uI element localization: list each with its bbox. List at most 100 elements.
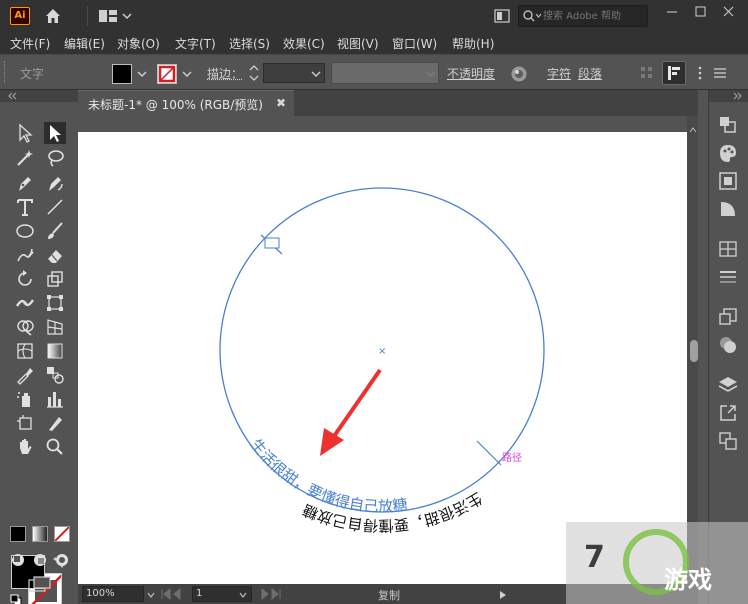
swatches-icon[interactable] [717,238,739,260]
paragraph-panel-link[interactable]: 段落 [578,65,602,82]
draw-inside-icon[interactable] [54,552,70,568]
color-mode-icon[interactable] [10,526,26,542]
shaper-tool-icon[interactable] [14,244,36,266]
color-palette-icon[interactable] [717,142,739,164]
draw-behind-icon[interactable] [32,552,48,568]
zoom-tool-icon[interactable] [44,436,66,458]
more-options-icon[interactable] [694,65,706,81]
layout-icon[interactable] [98,9,134,23]
mesh-tool-icon[interactable] [14,340,36,362]
zoom-level-field[interactable]: 100% [82,586,144,602]
default-colors-icon[interactable] [9,593,23,604]
close-icon[interactable] [716,0,742,26]
properties-icon[interactable] [717,114,739,136]
minimize-icon[interactable] [659,0,685,26]
chevron-down-icon[interactable] [181,68,193,80]
menu-file[interactable]: 文件(F) [10,35,50,52]
stroke-weight-field[interactable] [263,63,325,83]
center-point-mark[interactable]: × [378,346,386,357]
right-panel-header[interactable] [709,90,748,102]
artwork[interactable]: × 生活很甜，要懂得自己放糖 生活很甜，要懂得自己放糖 路径 [78,132,687,584]
blend-tool-icon[interactable] [44,364,66,386]
links-icon[interactable] [717,430,739,452]
menu-edit[interactable]: 编辑(E) [64,35,105,52]
eraser-tool-icon[interactable] [44,244,66,266]
chevron-down-icon[interactable] [146,589,156,599]
maximize-icon[interactable] [688,0,714,26]
menu-window[interactable]: 窗口(W) [392,35,437,52]
search-input[interactable] [543,8,643,24]
chevron-down-icon[interactable] [238,589,248,599]
column-graph-tool-icon[interactable] [44,388,66,410]
opacity-label[interactable]: 不透明度 [447,65,495,82]
close-tab-icon[interactable]: ✖ [276,96,286,110]
direct-selection-tool-icon[interactable] [44,122,66,144]
status-menu-icon[interactable] [498,589,508,599]
character-panel-link[interactable]: 字符 [547,65,571,82]
none-mode-icon[interactable] [54,526,70,542]
gradient-tool-icon[interactable] [44,340,66,362]
tools-panel-header[interactable] [0,90,78,102]
shape-builder-tool-icon[interactable] [14,316,36,338]
panel-menu-icon[interactable] [712,65,728,81]
document-tab[interactable]: 未标题-1* @ 100% (RGB/预览) ✖ [78,90,294,116]
magic-wand-tool-icon[interactable] [14,147,36,169]
gradient-mode-icon[interactable] [32,526,48,542]
stroke-label[interactable]: 描边： [207,65,243,82]
path-end-bracket[interactable] [476,440,502,466]
fill-color-swatch[interactable] [112,64,132,84]
gradient-panel-icon[interactable] [717,198,739,220]
canvas-area[interactable]: × 生活很甜，要懂得自己放糖 生活很甜，要懂得自己放糖 路径 [78,116,698,584]
perspective-grid-tool-icon[interactable] [44,316,66,338]
hand-tool-icon[interactable] [14,436,36,458]
free-transform-tool-icon[interactable] [44,292,66,314]
stroke-stepper-icon[interactable] [247,62,261,84]
layers-icon[interactable] [717,374,739,396]
ellipse-tool-icon[interactable] [14,220,36,242]
line-segment-tool-icon[interactable] [44,196,66,218]
grip-handle[interactable] [4,61,6,83]
curvature-tool-icon[interactable] [44,172,66,194]
selection-tool-icon[interactable] [14,122,36,144]
width-tool-icon[interactable] [14,292,36,314]
text-align-icon[interactable] [662,61,686,85]
draw-normal-icon[interactable] [10,552,26,568]
recolor-icon[interactable] [510,65,528,83]
in-port-marker[interactable] [264,237,280,249]
menu-select[interactable]: 选择(S) [229,35,270,52]
menu-view[interactable]: 视图(V) [337,35,379,52]
symbol-sprayer-tool-icon[interactable] [14,388,36,410]
appearance-icon[interactable] [717,334,739,356]
menu-object[interactable]: 对象(O) [117,35,160,52]
arrange-icon[interactable] [494,9,510,23]
export-icon[interactable] [717,402,739,424]
rotate-tool-icon[interactable] [14,268,36,290]
scale-tool-icon[interactable] [44,268,66,290]
artboard[interactable]: × 生活很甜，要懂得自己放糖 生活很甜，要懂得自己放糖 路径 [78,132,687,584]
home-icon[interactable] [44,7,62,25]
pen-tool-icon[interactable] [14,172,36,194]
type-tool-icon[interactable] [14,196,36,218]
scrollbar-thumb[interactable] [690,340,698,362]
stroke-panel-icon[interactable] [717,266,739,288]
slice-tool-icon[interactable] [44,412,66,434]
artboards-panel-icon[interactable] [717,306,739,328]
chevron-down-icon[interactable] [425,68,437,80]
menu-type[interactable]: 文字(T) [175,35,216,52]
lasso-tool-icon[interactable] [44,147,66,169]
next-last-artboard-icon[interactable] [258,587,294,601]
variable-width-profile[interactable] [331,62,439,84]
eyedropper-tool-icon[interactable] [14,364,36,386]
paintbrush-tool-icon[interactable] [44,220,66,242]
chevron-down-icon[interactable] [136,68,148,80]
scroll-up-icon[interactable] [689,122,697,136]
align-grid-icon[interactable] [640,65,654,81]
stroke-color-swatch[interactable] [157,64,177,84]
screen-mode-icon[interactable] [28,576,52,592]
menu-help[interactable]: 帮助(H) [452,35,494,52]
transparency-icon[interactable] [717,170,739,192]
help-search-box[interactable] [518,5,648,27]
first-prev-artboard-icon[interactable] [160,587,188,601]
artboard-tool-icon[interactable] [14,412,36,434]
menu-effect[interactable]: 效果(C) [283,35,325,52]
